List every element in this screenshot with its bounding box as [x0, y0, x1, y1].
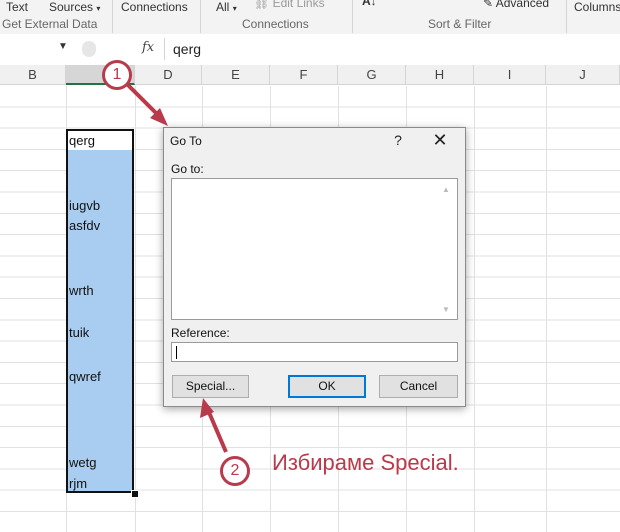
cell-value[interactable]: tuik — [69, 325, 89, 340]
edit-links-label: Edit Links — [272, 0, 325, 10]
column-header-g[interactable]: G — [338, 65, 406, 85]
column-header-b[interactable]: B — [0, 65, 66, 85]
sources-label: Sources — [49, 0, 94, 14]
column-header-h[interactable]: H — [406, 65, 474, 85]
column-header-e[interactable]: E — [202, 65, 270, 85]
dropdown-icon: ▾ — [96, 4, 101, 13]
ok-button[interactable]: OK — [288, 375, 366, 398]
goto-dialog: Go To ? ✕ Go to: ▲ ▼ Reference: Special.… — [163, 127, 466, 407]
cell-value[interactable]: iugvb — [69, 198, 100, 213]
callout-1: 1 — [102, 60, 132, 90]
advanced-label: Advanced — [495, 0, 550, 10]
selected-range[interactable] — [66, 129, 134, 493]
edit-links-button[interactable]: ⛓ Edit Links — [254, 0, 325, 10]
dropdown-icon: ▾ — [232, 4, 237, 13]
cancel-button[interactable]: Cancel — [379, 375, 458, 398]
scroll-down-icon[interactable]: ▼ — [442, 305, 450, 314]
ribbon-separator — [200, 0, 201, 33]
cell-value[interactable]: qwref — [69, 369, 101, 384]
text-caret — [176, 346, 177, 359]
help-button[interactable]: ? — [389, 132, 407, 148]
reference-label: Reference: — [171, 326, 230, 340]
grid-line — [135, 86, 136, 532]
ribbon-separator — [352, 0, 353, 33]
group-label-connections: Connections — [242, 17, 309, 31]
insert-function-button[interactable]: fx — [142, 40, 154, 55]
refresh-all-button[interactable]: All ▾ — [216, 0, 237, 14]
advanced-filter-button[interactable]: ✎ Advanced — [483, 0, 549, 10]
name-box[interactable]: ▼ — [0, 38, 70, 60]
column-header-j[interactable]: J — [546, 65, 620, 85]
link-icon: ⛓ — [254, 0, 270, 10]
cell-value[interactable]: qerg — [69, 133, 95, 148]
cell-value[interactable]: rjm — [69, 476, 87, 491]
group-label-sort-filter: Sort & Filter — [428, 17, 492, 31]
cell-value[interactable]: asfdv — [69, 218, 100, 233]
ribbon-separator — [566, 0, 567, 33]
connections-button[interactable]: Connections — [121, 0, 188, 14]
ribbon: Text Sources ▾ Connections All ▾ ⛓ Edit … — [0, 0, 620, 35]
filter-icon: ✎ — [483, 0, 494, 10]
existing-sources-button[interactable]: Sources ▾ — [49, 0, 100, 14]
dialog-title: Go To — [170, 134, 202, 148]
annotation-caption: Избираме Special. — [272, 450, 459, 475]
column-header-i[interactable]: I — [474, 65, 546, 85]
ribbon-separator — [112, 0, 113, 33]
fill-handle[interactable] — [131, 490, 139, 498]
formula-bar: ▼ fx qerg — [0, 34, 620, 66]
formula-bar-grip-icon[interactable] — [82, 41, 96, 57]
column-header-d[interactable]: D — [135, 65, 202, 85]
name-box-dropdown-icon[interactable]: ▼ — [58, 41, 68, 52]
goto-label: Go to: — [171, 162, 204, 176]
formula-input[interactable]: qerg — [164, 38, 620, 60]
cell-value[interactable]: wetg — [69, 455, 96, 470]
grid-line — [474, 86, 475, 532]
sort-az-icon[interactable]: A↓ — [362, 0, 377, 8]
formula-value: qerg — [173, 41, 202, 57]
close-button[interactable]: ✕ — [429, 130, 451, 151]
all-label: All — [216, 0, 230, 14]
grid-line — [546, 86, 547, 532]
callout-2: 2 — [220, 456, 250, 486]
scroll-up-icon[interactable]: ▲ — [442, 185, 450, 194]
group-label-external-data: Get External Data — [2, 17, 98, 31]
text-to-columns-button[interactable]: Columns — [574, 0, 620, 14]
special-button[interactable]: Special... — [172, 375, 249, 398]
column-header-f[interactable]: F — [270, 65, 338, 85]
cell-value[interactable]: wrth — [69, 283, 94, 298]
reference-input[interactable] — [171, 342, 458, 362]
goto-listbox[interactable]: ▲ ▼ — [171, 178, 458, 320]
from-text-button[interactable]: Text — [6, 0, 28, 14]
